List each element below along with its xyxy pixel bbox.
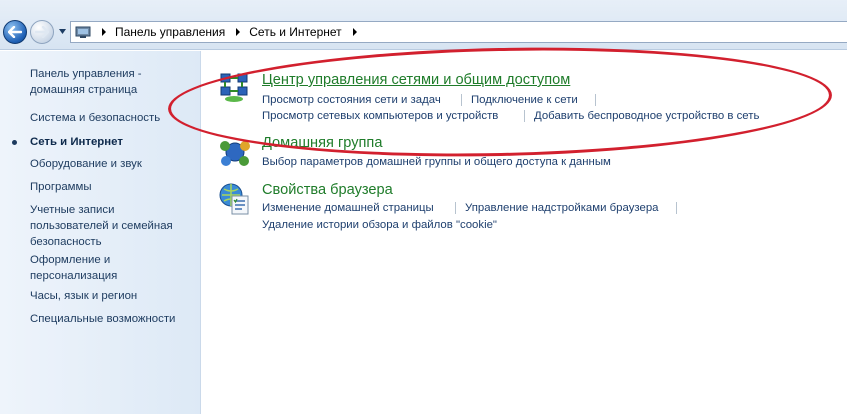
sidebar-home-link[interactable]: Панель управления - домашняя страница <box>30 66 198 98</box>
sidebar-item-system-security[interactable]: Система и безопасность <box>30 110 198 126</box>
link-manage-addons[interactable]: Управление надстройками браузера <box>465 201 659 215</box>
link-delete-browsing-history[interactable]: Удаление истории обзора и файлов "cookie… <box>262 218 497 232</box>
sidebar-item-network-internet[interactable]: Сеть и Интернет <box>30 134 198 150</box>
forward-arrow-icon <box>35 26 49 38</box>
back-arrow-icon <box>8 26 22 38</box>
category-title-internet-options[interactable]: Свойства браузера <box>262 181 393 199</box>
breadcrumb-network-internet[interactable]: Сеть и Интернет <box>249 25 341 39</box>
internet-options-icon[interactable] <box>218 182 252 216</box>
link-connect-to-network[interactable]: Подключение к сети <box>471 93 578 107</box>
category-title-homegroup[interactable]: Домашняя группа <box>262 134 382 152</box>
recent-pages-dropdown-icon[interactable] <box>58 27 67 36</box>
breadcrumb-chevron-icon[interactable] <box>231 27 245 37</box>
link-add-wireless-device[interactable]: Добавить беспроводное устройство в сеть <box>534 109 759 123</box>
link-view-network-computers[interactable]: Просмотр сетевых компьютеров и устройств <box>262 109 498 123</box>
link-separator <box>676 202 677 214</box>
link-separator <box>524 110 525 122</box>
address-bar[interactable]: Панель управления Сеть и Интернет <box>70 21 847 43</box>
forward-button[interactable] <box>30 20 54 44</box>
back-button[interactable] <box>3 20 27 44</box>
navigation-bar: Панель управления Сеть и Интернет <box>0 0 847 50</box>
link-homegroup-options[interactable]: Выбор параметров домашней группы и общег… <box>262 155 611 169</box>
link-separator <box>595 94 596 106</box>
breadcrumb-control-panel[interactable]: Панель управления <box>115 25 225 39</box>
link-separator <box>461 94 462 106</box>
breadcrumb-chevron-icon[interactable] <box>97 27 111 37</box>
active-item-bullet <box>12 140 17 145</box>
homegroup-icon[interactable] <box>218 136 252 170</box>
sidebar-item-accessibility[interactable]: Специальные возможности <box>30 311 198 327</box>
control-panel-icon <box>75 26 91 38</box>
sidebar-item-hardware-sound[interactable]: Оборудование и звук <box>30 156 198 172</box>
link-separator <box>455 202 456 214</box>
sidebar: Панель управления - домашняя страница Си… <box>0 51 201 414</box>
network-center-icon[interactable] <box>218 70 252 104</box>
link-view-network-status[interactable]: Просмотр состояния сети и задач <box>262 93 441 107</box>
sidebar-item-appearance[interactable]: Оформление и персонализация <box>30 252 198 284</box>
breadcrumb-chevron-icon[interactable] <box>348 27 362 37</box>
category-title-network-center[interactable]: Центр управления сетями и общим доступом <box>262 71 570 89</box>
link-change-homepage[interactable]: Изменение домашней страницы <box>262 201 434 215</box>
sidebar-item-programs[interactable]: Программы <box>30 179 198 195</box>
sidebar-item-clock-language-region[interactable]: Часы, язык и регион <box>30 288 198 304</box>
sidebar-item-user-accounts[interactable]: Учетные записи пользователей и семейная … <box>30 202 198 250</box>
